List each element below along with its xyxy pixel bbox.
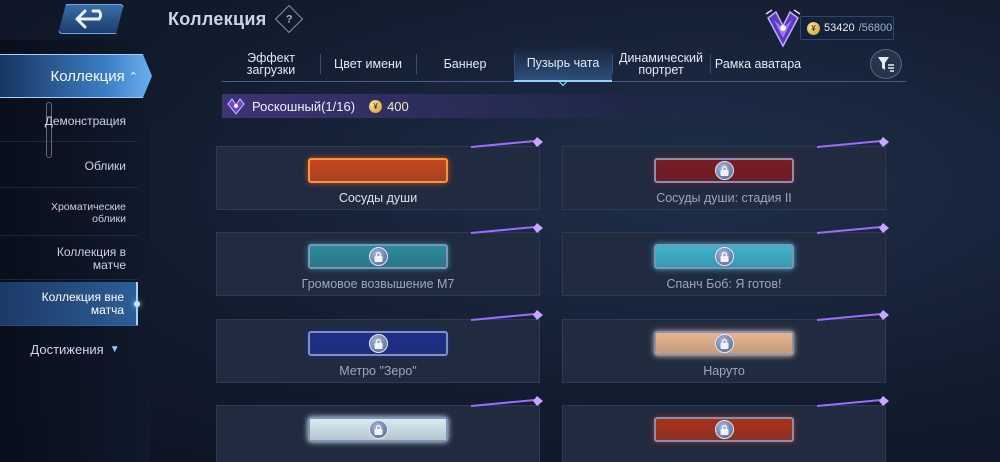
rarity-corner-decoration	[817, 310, 889, 321]
lock-icon	[714, 334, 734, 353]
chat-bubble-name: Наруто	[703, 364, 745, 378]
chat-bubble-preview	[308, 417, 448, 442]
sidebar-item-out-of-match[interactable]: Коллекция вне матча	[0, 282, 140, 326]
sidebar-item-label: Коллекция в матче	[56, 244, 126, 272]
sidebar-item-showcase[interactable]: Демонстрация	[0, 102, 138, 142]
lock-icon	[714, 420, 734, 439]
chat-bubble-card[interactable]: Наруто	[562, 310, 889, 383]
sidebar-collection-label: Коллекция	[50, 67, 125, 85]
sidebar-achievements[interactable]: Достижения ▼	[0, 338, 150, 360]
rarity-corner-decoration	[471, 223, 543, 234]
chat-bubble-preview	[654, 158, 794, 183]
lock-icon	[368, 334, 388, 353]
sidebar-item-in-match[interactable]: Коллекция в матче	[0, 238, 138, 280]
currency-max: /56800	[858, 22, 893, 34]
chat-bubble-card[interactable]: Сосуды души	[216, 137, 543, 210]
tab-bar: Эффект загрузки Цвет имени Баннер Пузырь…	[222, 46, 906, 87]
tab-avatar-frame[interactable]: Рамка аватара	[710, 46, 806, 82]
sidebar-item-label: Коллекция вне матча	[41, 289, 124, 317]
chat-bubble-name: Спанч Боб: Я готов!	[666, 277, 782, 291]
back-arrow-icon	[75, 9, 102, 29]
chevron-down-icon: ▼	[109, 343, 120, 355]
coin-icon: ¥	[807, 21, 820, 35]
rarity-corner-decoration	[817, 396, 889, 407]
lock-icon	[714, 161, 734, 180]
chevron-up-icon: ⌃	[128, 70, 138, 83]
lock-icon	[368, 247, 388, 266]
chat-bubble-name: Метро "Зеро"	[339, 364, 417, 378]
tab-loading-effect[interactable]: Эффект загрузки	[222, 46, 320, 82]
coin-icon: ¥	[369, 99, 383, 113]
chat-bubble-preview	[308, 244, 448, 269]
chat-bubble-preview	[654, 417, 794, 442]
rarity-price-value: 400	[387, 98, 409, 114]
rarity-label: Роскошный(1/16)	[252, 98, 356, 114]
sidebar-item-label: Демонстрация	[44, 114, 126, 128]
rarity-corner-decoration	[471, 137, 543, 148]
rarity-corner-decoration	[817, 137, 889, 148]
sidebar-item-label: Хроматические облики	[50, 200, 126, 225]
currency-current: 53420	[824, 22, 855, 34]
chat-bubble-card[interactable]: Спанч Боб: Я готов!	[562, 223, 889, 296]
active-indicator-dot	[134, 300, 140, 307]
help-symbol: ?	[285, 12, 293, 25]
back-button[interactable]	[58, 4, 124, 34]
sidebar-item-label: Облики	[84, 159, 126, 173]
tab-label: Эффект загрузки	[246, 51, 296, 77]
tab-banner[interactable]: Баннер	[416, 46, 514, 82]
chat-bubble-preview	[654, 244, 794, 269]
tab-label: Рамка аватара	[714, 57, 802, 71]
diamond-rarity-icon	[227, 98, 245, 115]
filter-icon	[878, 57, 894, 72]
rarity-price: ¥ 400	[369, 99, 409, 114]
chat-bubble-card[interactable]	[562, 396, 889, 462]
tab-active-arrow	[558, 77, 568, 87]
chat-bubble-preview	[308, 331, 448, 356]
page-title: Коллекция	[168, 9, 267, 29]
lock-icon	[368, 420, 388, 439]
tab-label: Пузырь чата	[526, 56, 600, 70]
sidebar-collection-header[interactable]: Коллекция ⌃	[0, 54, 152, 98]
sidebar-item-chroma-skins[interactable]: Хроматические облики	[0, 190, 138, 236]
filter-button[interactable]	[870, 49, 902, 79]
chat-bubble-card[interactable]: Громовое возвышение M7	[216, 223, 543, 296]
lock-icon	[714, 247, 734, 266]
sidebar-achievements-label: Достижения	[30, 341, 104, 357]
chat-bubble-preview	[654, 331, 794, 356]
game-screen: Коллекция ⌃ Демонстрация Облики Хроматич…	[0, 0, 1000, 462]
sidebar: Коллекция ⌃ Демонстрация Облики Хроматич…	[0, 40, 152, 462]
rarity-corner-decoration	[471, 396, 543, 407]
rarity-corner-decoration	[817, 223, 889, 234]
tab-chat-bubble[interactable]: Пузырь чата	[514, 46, 612, 87]
tab-dynamic-portrait[interactable]: Динамический портрет	[612, 46, 710, 82]
chat-bubble-name: Сосуды души	[338, 191, 418, 205]
rarity-corner-decoration	[471, 310, 543, 321]
rarity-header: Роскошный(1/16) ¥ 400	[222, 94, 906, 118]
chat-bubble-preview	[308, 158, 448, 183]
chat-bubble-card[interactable]	[216, 396, 543, 462]
chat-bubble-card[interactable]: Сосуды души: стадия II	[562, 137, 889, 210]
chat-bubble-card[interactable]: Метро "Зеро"	[216, 310, 543, 383]
chat-bubble-name: Сосуды души: стадия II	[656, 191, 792, 205]
help-icon[interactable]: ?	[274, 4, 304, 34]
chat-bubble-name: Громовое возвышение M7	[301, 277, 455, 291]
tab-label: Баннер	[443, 57, 487, 71]
tab-name-color[interactable]: Цвет имени	[320, 46, 416, 82]
tab-label: Динамический портрет	[618, 51, 704, 77]
tab-label: Цвет имени	[334, 57, 402, 71]
sidebar-item-skins[interactable]: Облики	[0, 146, 138, 188]
currency-counter: ¥ 53420/56800	[800, 16, 894, 40]
